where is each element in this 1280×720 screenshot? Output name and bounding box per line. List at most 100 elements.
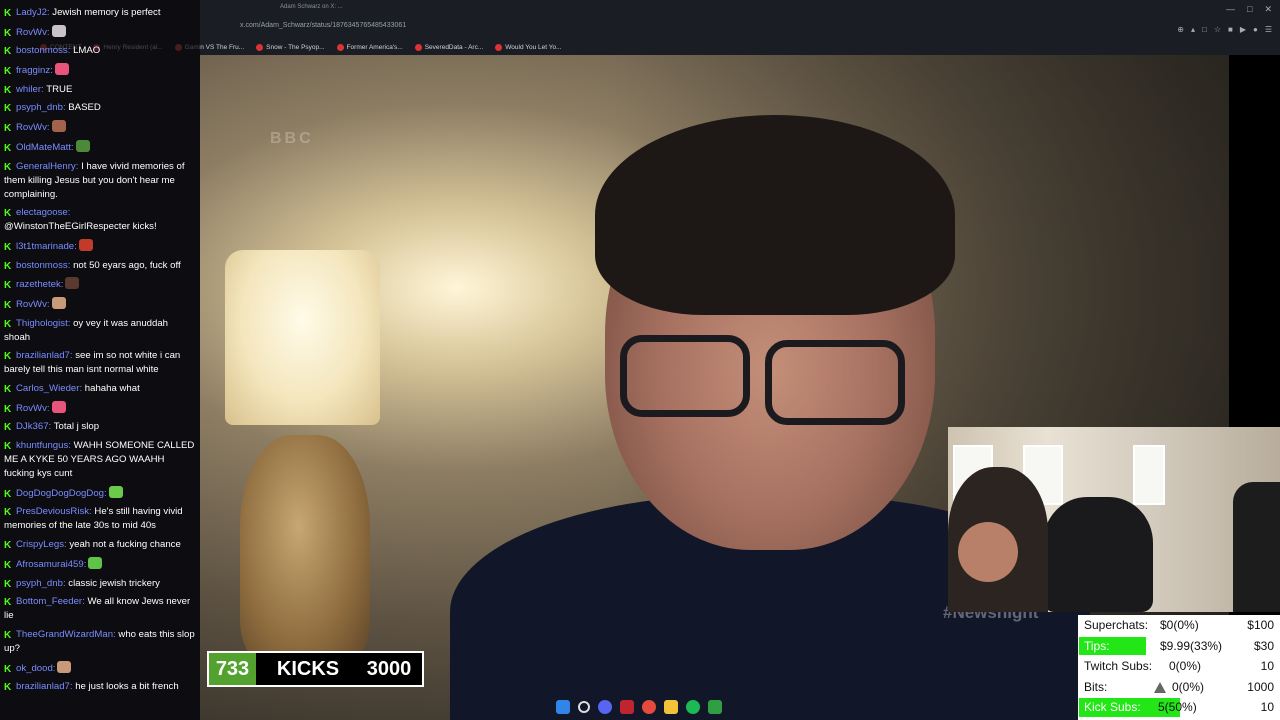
chat-username[interactable]: TheeGrandWizardMan:	[16, 629, 116, 640]
kick-badge-icon: K	[4, 422, 12, 434]
bookmark-item[interactable]: Former America's...	[336, 40, 403, 54]
chat-emote-icon	[88, 556, 103, 569]
chat-username[interactable]: LadyJ2:	[16, 7, 50, 18]
bookmark-label: Snow - The Psyop...	[266, 43, 325, 51]
address-bar[interactable]: x.com/Adam_Schwarz/status/18763457654854…	[200, 18, 1280, 38]
chat-username[interactable]: psyph_dnb:	[16, 102, 66, 113]
zoom-icon[interactable]: ⊕	[1177, 25, 1184, 34]
chat-emote-icon	[51, 296, 66, 309]
stat-label: Tips:	[1084, 638, 1110, 653]
chat-emote-icon	[75, 139, 90, 152]
share-icon[interactable]: □	[1202, 25, 1207, 34]
kicks-target-count: 3000	[366, 657, 412, 680]
chat-text: TRUE	[46, 83, 73, 95]
chat-username[interactable]: Bottom_Feeder:	[16, 596, 85, 607]
chat-username[interactable]: bostonmoss:	[16, 260, 70, 271]
search-icon[interactable]	[578, 701, 590, 713]
kick-badge-icon: K	[4, 103, 12, 115]
chat-username[interactable]: Carlos_Wieder:	[16, 383, 82, 394]
kick-badge-icon: K	[4, 540, 12, 552]
stat-target: $100	[1247, 618, 1274, 632]
url-text[interactable]: x.com/Adam_Schwarz/status/18763457654854…	[240, 22, 406, 29]
bookmark-label: Former America's...	[346, 43, 403, 51]
chat-emote-icon	[51, 120, 66, 133]
chrome-icon[interactable]	[642, 700, 656, 714]
main-video[interactable]: BBC #Newsnight	[200, 55, 1229, 720]
stat-value: 0(0%)	[1172, 679, 1205, 694]
bookmark-item[interactable]: Snow - The Psyop...	[256, 40, 325, 54]
pin-icon[interactable]: ▴	[1191, 25, 1195, 34]
chat-message: K TheeGrandWizardMan: who eats this slop …	[4, 628, 196, 656]
chat-username[interactable]: PresDeviousRisk:	[16, 506, 92, 517]
interviewee-hair	[595, 115, 955, 315]
chat-message: K Carlos_Wieder: hahaha what	[4, 382, 196, 396]
chat-username[interactable]: brazilianlad7:	[16, 350, 73, 361]
chat-message: Kfragginz:	[4, 63, 196, 78]
chat-message: K DJk367: Total j slop	[4, 420, 196, 434]
chat-username[interactable]: whiler:	[16, 84, 44, 95]
stat-value: $0(0%)	[1160, 618, 1199, 632]
bookmark-item[interactable]: Would You Let Yo...	[495, 40, 562, 54]
chat-text: @WinstonTheEGirlRespecter kicks!	[4, 221, 157, 233]
xbox-icon[interactable]	[708, 700, 722, 714]
bits-icon	[1154, 681, 1166, 693]
discord-icon[interactable]	[598, 700, 612, 714]
chat-username[interactable]: bostonmoss:	[16, 45, 70, 56]
chat-emote-icon	[51, 400, 66, 413]
chat-username[interactable]: khuntfungus:	[16, 440, 71, 451]
chat-username[interactable]: Afrosamurai459:	[16, 559, 86, 570]
kicks-goal-bar: 733 KICKS 3000	[207, 651, 424, 687]
kick-badge-icon: K	[4, 559, 12, 571]
play-icon[interactable]: ▶	[1240, 25, 1246, 34]
star-icon[interactable]: ☆	[1214, 25, 1221, 34]
chat-message: K PresDeviousRisk: He's still having vivi…	[4, 505, 196, 533]
chat-username[interactable]: RovWv:	[16, 403, 50, 414]
chat-message: K Bottom_Feeder: We all know Jews never l…	[4, 595, 196, 623]
stat-value: $9.99(33%)	[1160, 638, 1223, 653]
browser-tab[interactable]: Adam Schwarz on X: ...	[280, 4, 343, 10]
chat-username[interactable]: electagoose:	[16, 207, 70, 218]
windows-start-icon[interactable]	[556, 700, 570, 714]
extensions-icon[interactable]: ●	[1253, 25, 1258, 34]
maximize-icon[interactable]: □	[1247, 4, 1252, 15]
stat-label: Kick Subs:	[1084, 700, 1141, 715]
menu-icon[interactable]: ☰	[1265, 25, 1272, 34]
window-controls: — □ ✕	[1226, 4, 1272, 15]
chat-username[interactable]: Thighologist:	[16, 318, 70, 329]
chat-username[interactable]: psyph_dnb:	[16, 578, 66, 589]
chat-message: Kbostonmoss: not 50 eyars ago, fuck off	[4, 259, 196, 273]
close-icon[interactable]: ✕	[1264, 4, 1272, 15]
kick-badge-icon: K	[4, 123, 12, 135]
chat-username[interactable]: ok_dood:	[16, 663, 55, 674]
chat-message: K CrispyLegs: yeah not a fucking chance	[4, 538, 196, 552]
chat-username[interactable]: RovWv:	[16, 27, 50, 38]
shield-icon[interactable]: ■	[1228, 25, 1233, 34]
chat-username[interactable]: fragginz:	[16, 65, 53, 76]
browser-toolbar-icons: ⊕ ▴ □ ☆ ■ ▶ ● ☰	[1177, 25, 1272, 34]
chat-username[interactable]: OldMateMatt:	[16, 142, 74, 153]
chat-message: Kbostonmoss: LMAO	[4, 44, 196, 58]
app-icon[interactable]	[620, 700, 634, 714]
kick-badge-icon: K	[4, 507, 12, 519]
chat-username[interactable]: l3t1tmarinade:	[16, 241, 77, 252]
minimize-icon[interactable]: —	[1226, 4, 1235, 15]
spotify-icon[interactable]	[686, 700, 700, 714]
bookmark-item[interactable]: SeveredData - Arc...	[414, 40, 483, 54]
gaming-chair	[1043, 497, 1153, 612]
chat-message: Kkhuntfungus: WAHH SOMEONE CALLED ME A K…	[4, 439, 196, 481]
chat-username[interactable]: RovWv:	[16, 122, 50, 133]
chat-message: K GeneralHenry: I have vivid memories of …	[4, 160, 196, 202]
kick-badge-icon: K	[4, 27, 12, 39]
kick-badge-icon: K	[4, 8, 12, 19]
folder-icon[interactable]	[664, 700, 678, 714]
chat-username[interactable]: DJk367:	[16, 421, 51, 432]
chat-username[interactable]: CrispyLegs:	[16, 539, 67, 550]
chat-username[interactable]: GeneralHenry:	[16, 161, 78, 172]
chat-username[interactable]: brazilianlad7:	[16, 681, 73, 692]
chat-emote-icon	[108, 485, 123, 498]
bookmark-favicon-icon	[256, 43, 264, 51]
chat-username[interactable]: DogDogDogDogDog:	[16, 488, 107, 499]
chat-username[interactable]: RovWv:	[16, 299, 50, 310]
chat-text: classic jewish trickery	[68, 577, 160, 589]
chat-username[interactable]: razethetek:	[16, 279, 63, 290]
